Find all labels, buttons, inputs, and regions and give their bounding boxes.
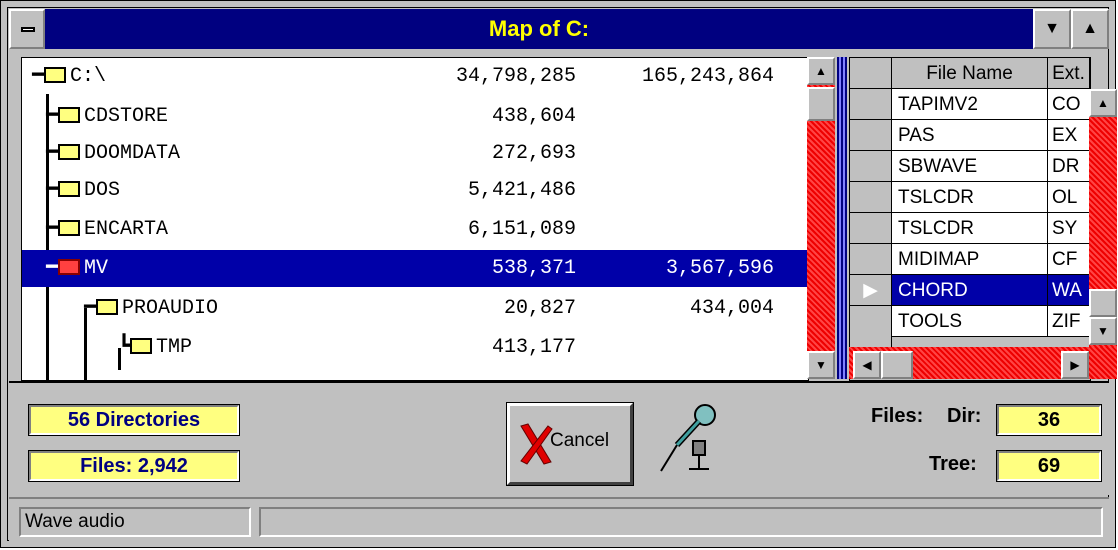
grid-scroll-left-button[interactable]: ◀ (853, 351, 881, 379)
row-selector[interactable] (850, 151, 892, 182)
x-mark-icon (520, 423, 553, 465)
status-bar: Wave audio (9, 497, 1109, 543)
grid-scroll-right-button[interactable]: ▶ (1061, 351, 1089, 379)
file-ext-cell[interactable]: OL (1048, 182, 1090, 213)
row-selector[interactable] (850, 182, 892, 213)
row-selector[interactable] (850, 213, 892, 244)
directories-count: 56 Directories (28, 404, 240, 436)
tree-row[interactable]: ┗ TMP 413,177 (22, 329, 808, 366)
grid-hscroll-thumb[interactable] (881, 351, 913, 379)
row-selector-current[interactable]: ▶ (850, 275, 892, 306)
grid-row-header (850, 306, 892, 348)
microphone-icon (660, 404, 716, 472)
file-name-cell[interactable]: PAS (892, 120, 1048, 151)
header-file-name[interactable]: File Name (892, 58, 1048, 89)
file-name-cell[interactable]: MIDIMAP (892, 244, 1048, 275)
tree-row[interactable]: ━ ENCARTA 6,151,089 (22, 211, 808, 248)
current-row-icon: ▶ (863, 280, 878, 301)
title-bar[interactable]: Map of C: ▼ ▲ (9, 9, 1109, 49)
file-ext-cell[interactable]: SY (1048, 213, 1090, 244)
file-ext-cell[interactable]: CF (1048, 244, 1090, 275)
row-selector[interactable] (850, 120, 892, 151)
grid-corner (850, 58, 892, 89)
tree-row[interactable]: ━ DOS 5,421,486 (22, 172, 808, 209)
file-name-cell[interactable]: CHORD (892, 275, 1048, 306)
grid-scroll-down-button[interactable]: ▼ (1089, 317, 1117, 345)
file-name-cell[interactable]: TAPIMV2 (892, 89, 1048, 120)
tree-files-count: 69 (996, 450, 1102, 482)
folder-icon (58, 181, 81, 197)
grid-scroll-thumb[interactable] (1089, 289, 1117, 317)
tree-row[interactable]: ━ PROAUDIO 20,827 434,004 (22, 290, 808, 327)
maximize-icon: ▲ (1082, 20, 1098, 37)
tree-row-selected[interactable]: ━ MV 538,371 3,567,596 (22, 250, 808, 287)
folder-icon (58, 144, 81, 160)
tree-row[interactable]: ━ CDSTORE 438,604 (22, 98, 808, 135)
down-arrow-icon: ▼ (1097, 324, 1109, 338)
header-ext[interactable]: Ext. (1048, 58, 1090, 89)
map-window: Map of C: ▼ ▲ ━ C:\ 34,798,285 165,243,86… (0, 0, 1117, 548)
row-selector[interactable] (850, 244, 892, 275)
status-field-empty (259, 507, 1103, 537)
file-name-cell[interactable]: TSLCDR (892, 182, 1048, 213)
file-ext-cell[interactable]: EX (1048, 120, 1090, 151)
folder-icon (96, 299, 119, 315)
right-arrow-icon: ▶ (1070, 358, 1080, 372)
open-folder-icon (58, 259, 81, 275)
folder-icon (130, 338, 153, 354)
down-arrow-icon: ▼ (815, 358, 827, 372)
files-count: Files: 2,942 (28, 450, 240, 482)
folder-icon (44, 67, 67, 83)
system-menu-button[interactable] (9, 9, 45, 49)
window-title: Map of C: (488, 16, 590, 41)
maximize-button[interactable]: ▲ (1071, 9, 1109, 49)
file-ext-cell[interactable]: WA (1048, 275, 1090, 306)
tree-row[interactable]: ━ C:\ 34,798,285 165,243,864 (22, 58, 808, 95)
folder-icon (58, 107, 81, 123)
scroll-up-button[interactable]: ▲ (807, 57, 835, 85)
file-ext-cell[interactable]: DR (1048, 151, 1090, 182)
file-ext-cell[interactable]: CO (1048, 89, 1090, 120)
minimize-icon: ▼ (1044, 20, 1060, 37)
left-arrow-icon: ◀ (862, 358, 872, 372)
files-label: Files: (871, 405, 924, 427)
dir-label: Dir: (947, 405, 982, 427)
file-name-cell[interactable]: TOOLS (892, 306, 1048, 337)
pane-splitter[interactable] (837, 57, 847, 379)
up-arrow-icon: ▲ (815, 64, 827, 78)
file-name-cell[interactable]: SBWAVE (892, 151, 1048, 182)
dir-files-count: 36 (996, 404, 1102, 436)
directory-tree[interactable]: ━ C:\ 34,798,285 165,243,864 ━ CDSTORE 438… (21, 57, 809, 381)
tree-label: Tree: (929, 453, 977, 475)
scroll-down-button[interactable]: ▼ (807, 351, 835, 379)
row-selector[interactable] (850, 89, 892, 120)
file-ext-cell[interactable]: ZIF (1048, 306, 1090, 337)
file-name-cell[interactable]: TSLCDR (892, 213, 1048, 244)
minimize-button[interactable]: ▼ (1033, 9, 1071, 49)
file-grid[interactable]: File Name Ext. TAPIMV2 CO PAS EX SBWAVE DR TSL… (849, 57, 1091, 381)
cancel-button[interactable]: Cancel (506, 402, 634, 486)
status-text: Wave audio (19, 507, 251, 537)
up-arrow-icon: ▲ (1097, 96, 1109, 110)
tree-row[interactable]: ━ DOOMDATA 272,693 (22, 135, 808, 172)
cancel-label: Cancel (550, 430, 610, 451)
folder-icon (58, 220, 81, 236)
scroll-thumb[interactable] (807, 87, 835, 121)
grid-scroll-up-button[interactable]: ▲ (1089, 89, 1117, 117)
